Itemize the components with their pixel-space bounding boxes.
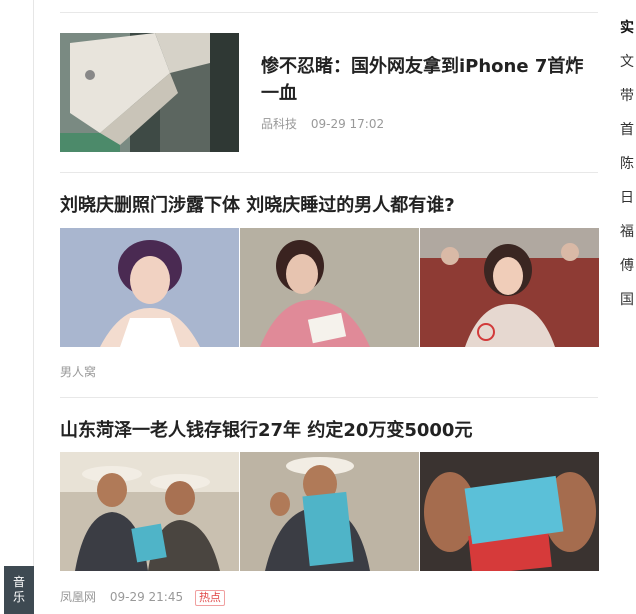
article-source[interactable]: 凤凰网 bbox=[60, 590, 96, 604]
side-list-item[interactable]: 日 bbox=[620, 188, 636, 222]
left-rule bbox=[33, 0, 34, 614]
news-feed-page: 惨不忍睹：国外网友拿到iPhone 7首炸一血 品科技 09-29 17:02 … bbox=[0, 0, 636, 614]
side-list-item[interactable]: 陈 bbox=[620, 154, 636, 188]
side-list-item[interactable]: 首 bbox=[620, 120, 636, 154]
article-source[interactable]: 男人窝 bbox=[60, 365, 96, 379]
article-meta: 品科技 09-29 17:02 bbox=[261, 115, 384, 132]
gallery-image-2[interactable] bbox=[240, 452, 419, 571]
side-list-item[interactable]: 福 bbox=[620, 222, 636, 256]
article-time: 09-29 17:02 bbox=[310, 117, 385, 131]
music-tab-label: 音乐 bbox=[12, 575, 25, 604]
feed-divider bbox=[60, 397, 598, 398]
article-title[interactable]: 刘晓庆删照门涉露下体 刘晓庆睡过的男人都有谁? bbox=[60, 194, 455, 218]
article-title[interactable]: 惨不忍睹：国外网友拿到iPhone 7首炸一血 bbox=[261, 53, 596, 107]
music-tab[interactable]: 音乐 bbox=[4, 566, 34, 614]
gallery-image-1[interactable] bbox=[60, 452, 239, 571]
gallery-image-1[interactable] bbox=[60, 228, 239, 347]
article-time: 09-29 21:45 bbox=[109, 590, 184, 604]
side-list-item[interactable]: 国 bbox=[620, 290, 636, 324]
side-list-item[interactable]: 文 bbox=[620, 52, 636, 86]
feed-divider bbox=[60, 12, 598, 13]
article-title[interactable]: 山东菏泽一老人钱存银行27年 约定20万变5000元 bbox=[60, 419, 472, 443]
gallery-image-3[interactable] bbox=[420, 228, 599, 347]
gallery-image-3[interactable] bbox=[420, 452, 599, 571]
article-item-1[interactable]: 惨不忍睹：国外网友拿到iPhone 7首炸一血 品科技 09-29 17:02 bbox=[60, 33, 598, 153]
article-gallery[interactable] bbox=[60, 452, 599, 571]
side-title-list: 实 文 带 首 陈 日 福 傅 国 bbox=[620, 18, 636, 324]
article-thumbnail[interactable] bbox=[60, 33, 239, 152]
article-meta: 凤凰网 09-29 21:45 热点 bbox=[60, 588, 225, 606]
feed-divider bbox=[60, 172, 598, 173]
gallery-image-2[interactable] bbox=[240, 228, 419, 347]
article-gallery[interactable] bbox=[60, 228, 599, 347]
side-list-item[interactable]: 带 bbox=[620, 86, 636, 120]
article-source[interactable]: 品科技 bbox=[261, 117, 297, 131]
side-list-item[interactable]: 傅 bbox=[620, 256, 636, 290]
side-list-item[interactable]: 实 bbox=[620, 18, 636, 52]
article-meta: 男人窝 bbox=[60, 363, 96, 380]
hot-badge: 热点 bbox=[194, 590, 225, 606]
